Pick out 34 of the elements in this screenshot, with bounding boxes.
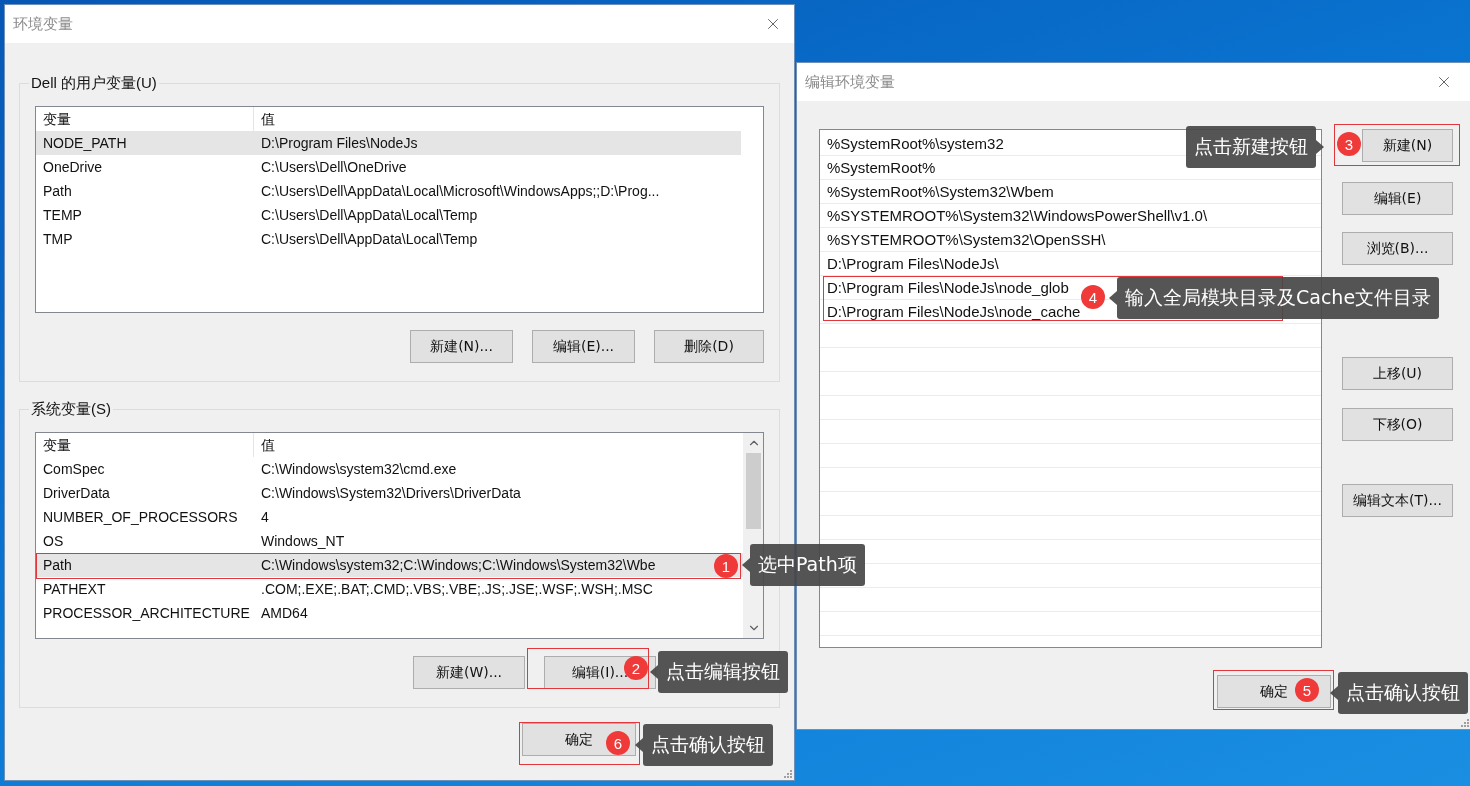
callout-label: 选中Path项: [750, 544, 865, 586]
variable-value: .COM;.EXE;.BAT;.CMD;.VBS;.VBE;.JS;.JSE;.WSF;.WSH;.MSC: [260, 580, 653, 598]
variable-value: AMD64: [260, 604, 308, 622]
variable-name: NUMBER_OF_PROCESSORS: [42, 508, 239, 526]
variable-value: Windows_NT: [260, 532, 345, 550]
variable-name: DriverData: [42, 484, 111, 502]
callout-label: 点击确认按钮: [1338, 672, 1468, 714]
variable-name: ComSpec: [42, 460, 106, 478]
variable-value: C:\Users\Dell\AppData\Local\Microsoft\WindowsApps;;D:\Prog...: [260, 182, 660, 200]
variable-value: C:\Windows\System32\Drivers\DriverData: [260, 484, 521, 502]
variable-name: Path: [42, 182, 73, 200]
variable-name: Path: [42, 556, 73, 574]
callout-label: 点击编辑按钮: [658, 651, 788, 693]
group-label: Dell 的用户变量(U): [30, 74, 158, 93]
variable-value: C:\Windows\system32\cmd.exe: [260, 460, 457, 478]
callout-label: 点击确认按钮: [643, 724, 773, 766]
variable-name: NODE_PATH: [42, 134, 128, 152]
variable-value: C:\Users\Dell\AppData\Local\Temp: [260, 230, 478, 248]
variable-value: D:\Program Files\NodeJs: [260, 134, 418, 152]
variable-value: C:\Users\Dell\AppData\Local\Temp: [260, 206, 478, 224]
group-label: 系统变量(S): [30, 400, 112, 419]
callout-label: 输入全局模块目录及Cache文件目录: [1117, 277, 1440, 319]
variable-value: 4: [260, 508, 269, 526]
variable-name: OneDrive: [42, 158, 104, 176]
variable-name: TMP: [42, 230, 74, 248]
variable-value: C:\Users\Dell\OneDrive: [260, 158, 407, 176]
variable-value: C:\Windows\system32;C:\Windows;C:\Windows\System32\Wbe: [260, 556, 656, 574]
variable-name: PATHEXT: [42, 580, 107, 598]
variable-name: TEMP: [42, 206, 83, 224]
window-title: 环境变量: [13, 14, 73, 34]
variable-name: OS: [42, 532, 65, 550]
variable-name: PROCESSOR_ARCHITECTURE: [42, 604, 251, 622]
window-title: 编辑环境变量: [805, 72, 895, 92]
callout-label: 点击新建按钮: [1186, 126, 1316, 168]
